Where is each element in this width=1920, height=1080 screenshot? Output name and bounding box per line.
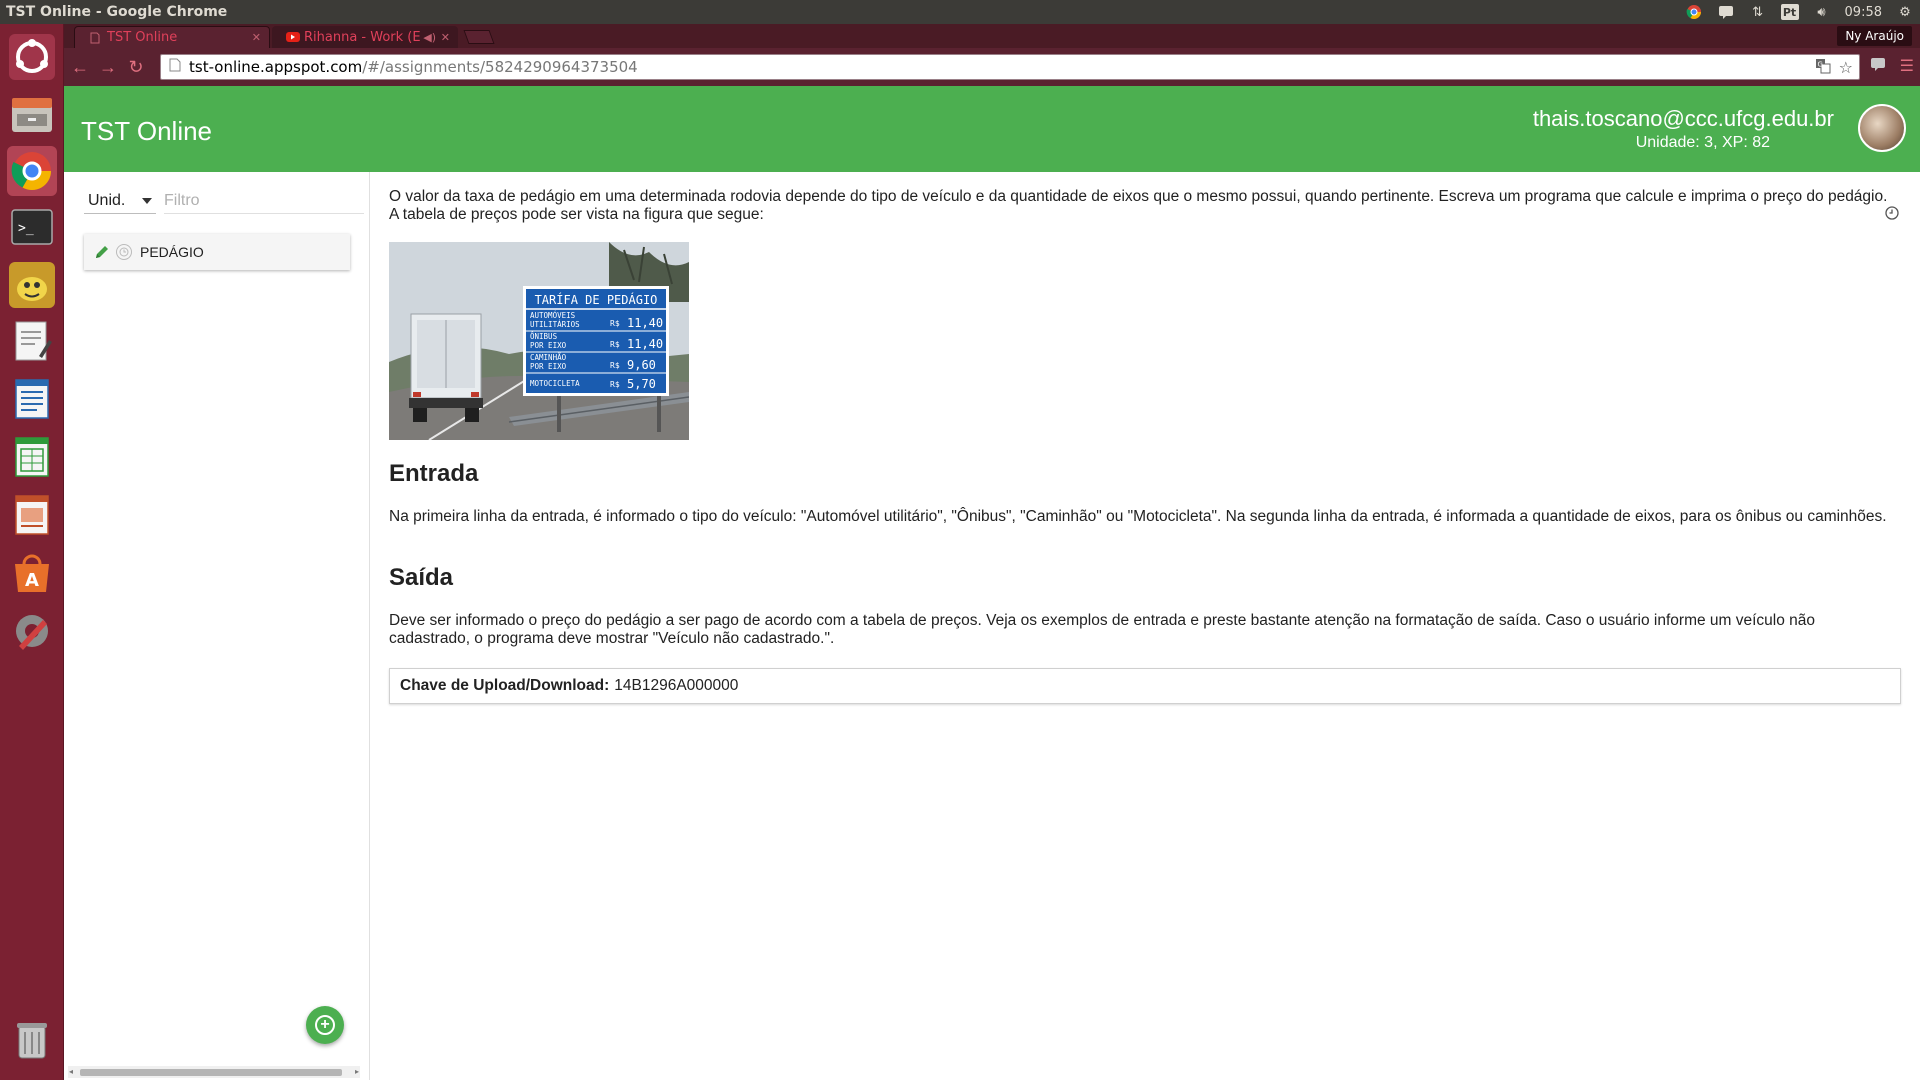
new-tab-button[interactable] — [463, 30, 495, 44]
translate-icon[interactable]: G — [1815, 58, 1831, 78]
status-clock-icon — [116, 244, 132, 260]
sign-currency: R$ — [610, 319, 620, 328]
tab-label: TST Online — [107, 30, 178, 45]
sign-vehicle: AUTOMÓVEIS — [530, 311, 576, 320]
keyboard-layout-indicator[interactable]: Pt — [1780, 4, 1799, 20]
avatar[interactable] — [1858, 104, 1906, 152]
chrome-icon[interactable] — [7, 146, 57, 196]
sign-vehicle: MOTOCICLETA — [530, 379, 580, 388]
entrada-text: Na primeira linha da entrada, é informad… — [389, 508, 1887, 525]
app-title[interactable]: TST Online — [81, 116, 212, 147]
scrollbar-thumb[interactable] — [80, 1069, 342, 1076]
menu-hamburger-icon[interactable]: ☰ — [1900, 56, 1914, 77]
filter-input[interactable] — [164, 188, 364, 214]
omnibox-actions: G ☆ — [1815, 58, 1853, 78]
youtube-icon — [286, 31, 300, 43]
pencil-icon — [94, 244, 110, 260]
tab-tst-online[interactable]: TST Online ✕ — [74, 26, 270, 48]
tab-rihanna-work[interactable]: Rihanna - Work (E ◀) ✕ — [272, 26, 458, 48]
sign-currency: R$ — [610, 361, 620, 370]
sign-price: 11,40 — [627, 316, 663, 330]
dropdown-arrow-icon — [142, 198, 152, 204]
window-title: TST Online - Google Chrome — [6, 4, 228, 20]
network-arrows-icon[interactable]: ⇅ — [1749, 3, 1767, 21]
sign-vehicle: POR EIXO — [530, 362, 567, 371]
plus-icon: + — [315, 1015, 335, 1035]
assignment-label: PEDÁGIO — [140, 244, 204, 260]
horizontal-scrollbar[interactable]: ◂ ▸ — [68, 1066, 360, 1078]
add-assignment-button[interactable]: + — [306, 1006, 344, 1044]
writer-icon[interactable] — [7, 374, 57, 424]
svg-text:>_: >_ — [18, 221, 34, 236]
user-stats: Unidade: 3, XP: 82 — [1635, 134, 1770, 151]
text-editor-icon[interactable] — [7, 316, 57, 366]
sign-price: 11,40 — [627, 337, 663, 351]
sign-vehicle: ÔNIBUS — [530, 332, 558, 341]
ubuntu-dash-icon[interactable] — [7, 32, 57, 82]
upload-download-key-box[interactable]: Chave de Upload/Download: 14B1296A000000 — [389, 668, 1901, 704]
os-top-panel: TST Online - Google Chrome ⇅ Pt 🔊︎ 09:58… — [0, 0, 1920, 24]
unit-select[interactable]: Unid. — [84, 188, 156, 214]
sign-currency: R$ — [610, 340, 620, 349]
browser-tab-strip: TST Online ✕ Rihanna - Work (E ◀) ✕ Ny A… — [64, 24, 1920, 48]
url-host: tst-online.appspot.com — [189, 58, 363, 76]
saida-text: Deve ser informado o preço do pedágio a … — [389, 612, 1816, 647]
svg-text:G: G — [1817, 61, 1822, 69]
scroll-left-icon[interactable]: ◂ — [69, 1067, 73, 1076]
unit-select-value: Unid. — [88, 191, 126, 209]
sign-price: 9,60 — [627, 358, 656, 372]
user-email[interactable]: thais.toscano@ccc.ufcg.edu.br — [1533, 106, 1834, 132]
tab-label: Rihanna - Work (E — [304, 29, 421, 45]
sign-vehicle: UTILITÁRIOS — [530, 320, 580, 329]
power-gear-icon[interactable]: ⚙ — [1896, 3, 1914, 21]
entrada-heading: Entrada — [389, 460, 479, 487]
toolbar-actions: ☰ — [1870, 56, 1914, 77]
address-bar[interactable]: tst-online.appspot.com/#/assignments/582… — [160, 54, 1860, 80]
sign-title: TARÍFA DE PEDÁGIO — [535, 292, 658, 307]
terminal-icon[interactable]: >_ — [7, 202, 57, 252]
forward-arrow-icon[interactable]: → — [94, 53, 122, 81]
bookmark-star-icon[interactable]: ☆ — [1839, 58, 1853, 78]
key-label: Chave de Upload/Download: — [400, 677, 610, 694]
sign-currency: R$ — [610, 380, 620, 389]
assignment-intro: O valor da taxa de pedágio em uma determ… — [389, 188, 1888, 223]
reload-icon[interactable]: ↻ — [122, 53, 150, 81]
assignments-sidebar: Unid. PEDÁGIO + ◂ ▸ — [64, 172, 370, 1080]
chrome-tray-icon[interactable] — [1685, 3, 1703, 21]
app-header: TST Online thais.toscano@ccc.ufcg.edu.br… — [64, 86, 1920, 172]
assignment-item-pedagio[interactable]: PEDÁGIO — [84, 234, 350, 270]
svg-text:A: A — [25, 570, 39, 591]
unity-launcher: >_ A — [0, 24, 64, 1080]
extension-chat-icon[interactable] — [1870, 56, 1886, 77]
assignment-content: O valor da taxa de pedágio em uma determ… — [389, 172, 1901, 1052]
system-tray: ⇅ Pt 🔊︎ 09:58 ⚙ — [1685, 0, 1914, 24]
sign-price: 5,70 — [627, 377, 656, 391]
key-value[interactable]: 14B1296A000000 — [614, 677, 738, 695]
sign-vehicle: CAMINHÃO — [530, 353, 567, 362]
chat-bubble-icon[interactable] — [1717, 3, 1735, 21]
url-path: /#/assignments/5824290964373504 — [362, 58, 638, 76]
trash-icon[interactable] — [7, 1014, 57, 1064]
audio-playing-icon: ◀) — [423, 30, 436, 44]
toll-price-image: TARÍFA DE PEDÁGIO AUTOMÓVEIS UTILITÁRIOS… — [389, 242, 689, 440]
clock[interactable]: 09:58 — [1845, 5, 1882, 20]
volume-icon[interactable]: 🔊︎ — [1813, 3, 1831, 21]
browser-toolbar: ← → ↻ tst-online.appspot.com/#/assignmen… — [64, 48, 1920, 86]
back-arrow-icon[interactable]: ← — [66, 53, 94, 81]
files-icon[interactable] — [7, 90, 57, 140]
sign-vehicle: POR EIXO — [530, 341, 567, 350]
close-tab-icon[interactable]: ✕ — [441, 31, 450, 44]
page-info-icon[interactable] — [169, 58, 181, 76]
software-center-icon[interactable]: A — [7, 548, 57, 598]
impress-icon[interactable] — [7, 490, 57, 540]
clock-icon[interactable] — [1885, 206, 1899, 220]
close-tab-icon[interactable]: ✕ — [252, 31, 261, 44]
pidgin-icon[interactable] — [7, 260, 57, 310]
saida-heading: Saída — [389, 564, 454, 591]
settings-icon[interactable] — [7, 606, 57, 656]
profile-name-badge[interactable]: Ny Araújo — [1837, 26, 1912, 46]
calc-icon[interactable] — [7, 432, 57, 482]
scroll-right-icon[interactable]: ▸ — [355, 1067, 359, 1076]
page-icon — [89, 32, 101, 44]
